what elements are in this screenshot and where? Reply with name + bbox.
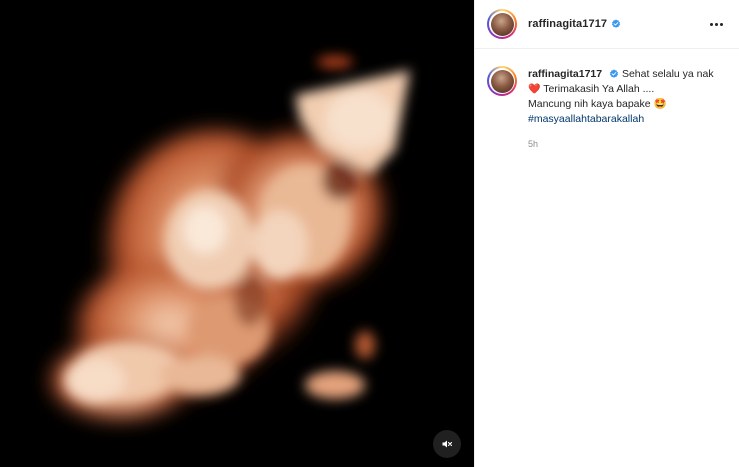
- caption-username[interactable]: raffinagita1717: [528, 68, 602, 80]
- hashtag-link[interactable]: #masyaallahtabarakallah: [528, 113, 644, 125]
- more-dot-icon: [715, 22, 718, 26]
- caption-line-3: Mancung nih kaya bapake: [528, 98, 651, 110]
- caption-body: raffinagita1717 Sehat selalu ya nak ❤️ T…: [528, 67, 718, 152]
- heart-emoji-icon: ❤️: [528, 83, 541, 95]
- post-media[interactable]: [0, 0, 474, 467]
- more-dot-icon: [720, 22, 723, 26]
- caption-avatar[interactable]: [487, 66, 517, 96]
- caption-line-2: Terimakasih Ya Allah ....: [543, 82, 655, 95]
- more-options-button[interactable]: [708, 17, 725, 32]
- more-dot-icon: [710, 22, 713, 26]
- caption-line-1: Sehat selalu ya nak: [621, 68, 714, 80]
- profile-photo: [490, 12, 514, 36]
- profile-photo: [490, 69, 514, 93]
- avatar[interactable]: [487, 9, 517, 39]
- instagram-post-view: raffinagita1717 raffinagita1717 Sehat se…: [0, 0, 739, 467]
- star-eyes-emoji-icon: 🤩: [653, 98, 667, 110]
- caption-comment: raffinagita1717 Sehat selalu ya nak ❤️ T…: [475, 49, 739, 152]
- post-timestamp[interactable]: 5h: [528, 137, 718, 152]
- mute-toggle-button[interactable]: [433, 430, 461, 458]
- speaker-muted-icon: [442, 440, 453, 448]
- post-header: raffinagita1717: [475, 0, 739, 49]
- ultrasound-image: [50, 56, 410, 420]
- verified-badge-icon: [610, 69, 619, 79]
- post-side-panel: raffinagita1717 raffinagita1717 Sehat se…: [474, 0, 739, 467]
- header-username[interactable]: raffinagita1717: [528, 18, 607, 30]
- verified-badge-icon: [612, 19, 621, 28]
